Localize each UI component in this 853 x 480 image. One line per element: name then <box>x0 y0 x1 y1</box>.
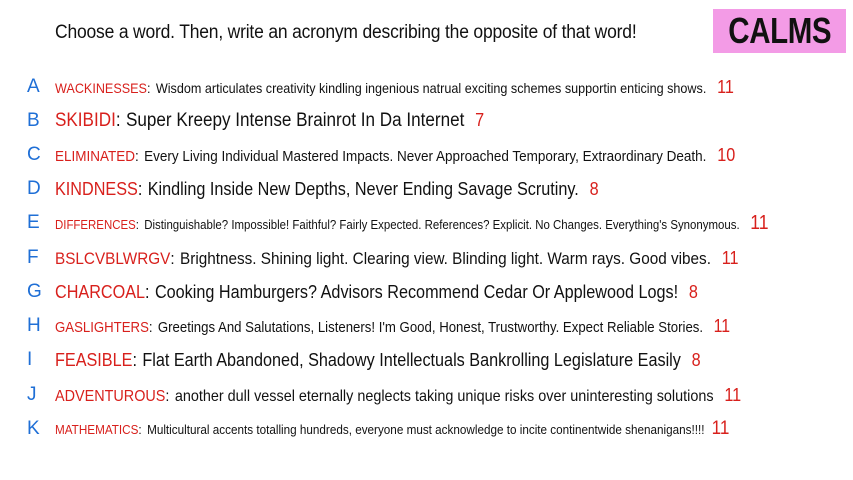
list-item: H GASLIGHTERS: Greetings And Salutations… <box>0 313 853 339</box>
row-word: DIFFERENCES <box>55 216 136 232</box>
row-word: CHARCOAL <box>55 281 146 302</box>
row-acronym: Kindling Inside New Depths, Never Ending… <box>147 178 579 199</box>
list-item: G CHARCOAL: Cooking Hamburgers? Advisors… <box>0 278 853 306</box>
row-letter: H <box>27 315 41 336</box>
row-acronym: Brightness. Shining light. Clearing view… <box>180 248 711 268</box>
row-word: SKIBIDI <box>55 110 116 131</box>
row-letter: A <box>27 76 40 97</box>
list-item: A WACKINESSES: Wisdom articulates creati… <box>0 74 853 100</box>
row-count: 8 <box>589 178 599 199</box>
list-item: J ADVENTUROUS: another dull vessel etern… <box>0 381 853 409</box>
row-word: KINDNESS <box>55 178 138 199</box>
calms-badge: CALMS <box>713 9 846 53</box>
row-acronym: Distinguishable? Impossible! Faithful? F… <box>144 216 740 232</box>
row-word: MATHEMATICS <box>55 422 139 437</box>
row-letter: E <box>27 212 40 233</box>
row-word: FEASIBLE <box>55 349 133 370</box>
row-count: 8 <box>688 281 698 302</box>
row-content: ELIMINATED: Every Living Individual Mast… <box>55 144 736 165</box>
row-acronym: Multicultural accents totalling hundreds… <box>147 422 705 437</box>
row-letter: F <box>27 247 39 268</box>
badge-label: CALMS <box>728 10 831 51</box>
row-content: KINDNESS: Kindling Inside New Depths, Ne… <box>55 178 599 199</box>
row-letter: K <box>27 418 40 439</box>
row-letter: B <box>27 110 40 131</box>
row-content: SKIBIDI: Super Kreepy Intense Brainrot I… <box>55 110 485 131</box>
row-count: 11 <box>750 211 769 234</box>
row-letter: I <box>27 349 33 370</box>
row-acronym: Flat Earth Abandoned, Shadowy Intellectu… <box>142 349 681 370</box>
row-acronym: another dull vessel eternally neglects t… <box>174 387 714 405</box>
row-acronym: Greetings And Salutations, Listeners! I'… <box>157 318 704 336</box>
row-count: 7 <box>475 110 485 130</box>
row-word: BSLCVBLWRGV <box>55 248 171 268</box>
row-acronym: Super Kreepy Intense Brainrot In Da Inte… <box>125 110 465 131</box>
list-item: D KINDNESS: Kindling Inside New Depths, … <box>0 175 853 203</box>
row-acronym: Every Living Individual Mastered Impacts… <box>144 147 707 165</box>
row-count: 8 <box>691 349 701 370</box>
row-count: 11 <box>721 247 739 268</box>
row-content: ADVENTUROUS: another dull vessel eternal… <box>55 384 742 405</box>
row-content: BSLCVBLWRGV: Brightness. Shining light. … <box>55 247 739 268</box>
row-content: DIFFERENCES: Distinguishable? Impossible… <box>55 211 769 234</box>
instruction-text: Choose a word. Then, write an acronym de… <box>55 22 637 43</box>
row-content: GASLIGHTERS: Greetings And Salutations, … <box>55 315 731 336</box>
row-content: FEASIBLE: Flat Earth Abandoned, Shadowy … <box>55 349 701 370</box>
row-count: 10 <box>717 144 736 165</box>
row-word: GASLIGHTERS <box>55 318 149 336</box>
row-word: ELIMINATED <box>55 147 136 165</box>
row-count: 11 <box>717 76 734 97</box>
row-content: WACKINESSES: Wisdom articulates creativi… <box>55 76 734 97</box>
row-content: MATHEMATICS: Multicultural accents total… <box>55 418 730 439</box>
row-letter: D <box>27 178 41 199</box>
row-word: WACKINESSES <box>55 79 147 96</box>
list-item: E DIFFERENCES: Distinguishable? Impossib… <box>0 210 853 236</box>
row-acronym: Cooking Hamburgers? Advisors Recommend C… <box>154 281 679 302</box>
list-item: F BSLCVBLWRGV: Brightness. Shining light… <box>0 244 853 272</box>
row-letter: C <box>27 144 41 165</box>
list-item: I FEASIBLE: Flat Earth Abandoned, Shadow… <box>0 346 853 374</box>
row-count: 11 <box>711 418 730 439</box>
row-count: 11 <box>724 384 742 405</box>
row-content: CHARCOAL: Cooking Hamburgers? Advisors R… <box>55 281 698 302</box>
list-item: K MATHEMATICS: Multicultural accents tot… <box>0 415 853 443</box>
row-acronym: Wisdom articulates creativity kindling i… <box>155 79 707 96</box>
slide: Choose a word. Then, write an acronym de… <box>0 0 853 480</box>
list-item: C ELIMINATED: Every Living Individual Ma… <box>0 142 853 168</box>
row-letter: G <box>27 281 42 302</box>
row-word: ADVENTUROUS <box>55 387 166 405</box>
row-letter: J <box>27 384 37 405</box>
list-item: B SKIBIDI: Super Kreepy Intense Brainrot… <box>0 107 853 135</box>
row-count: 11 <box>713 315 731 336</box>
